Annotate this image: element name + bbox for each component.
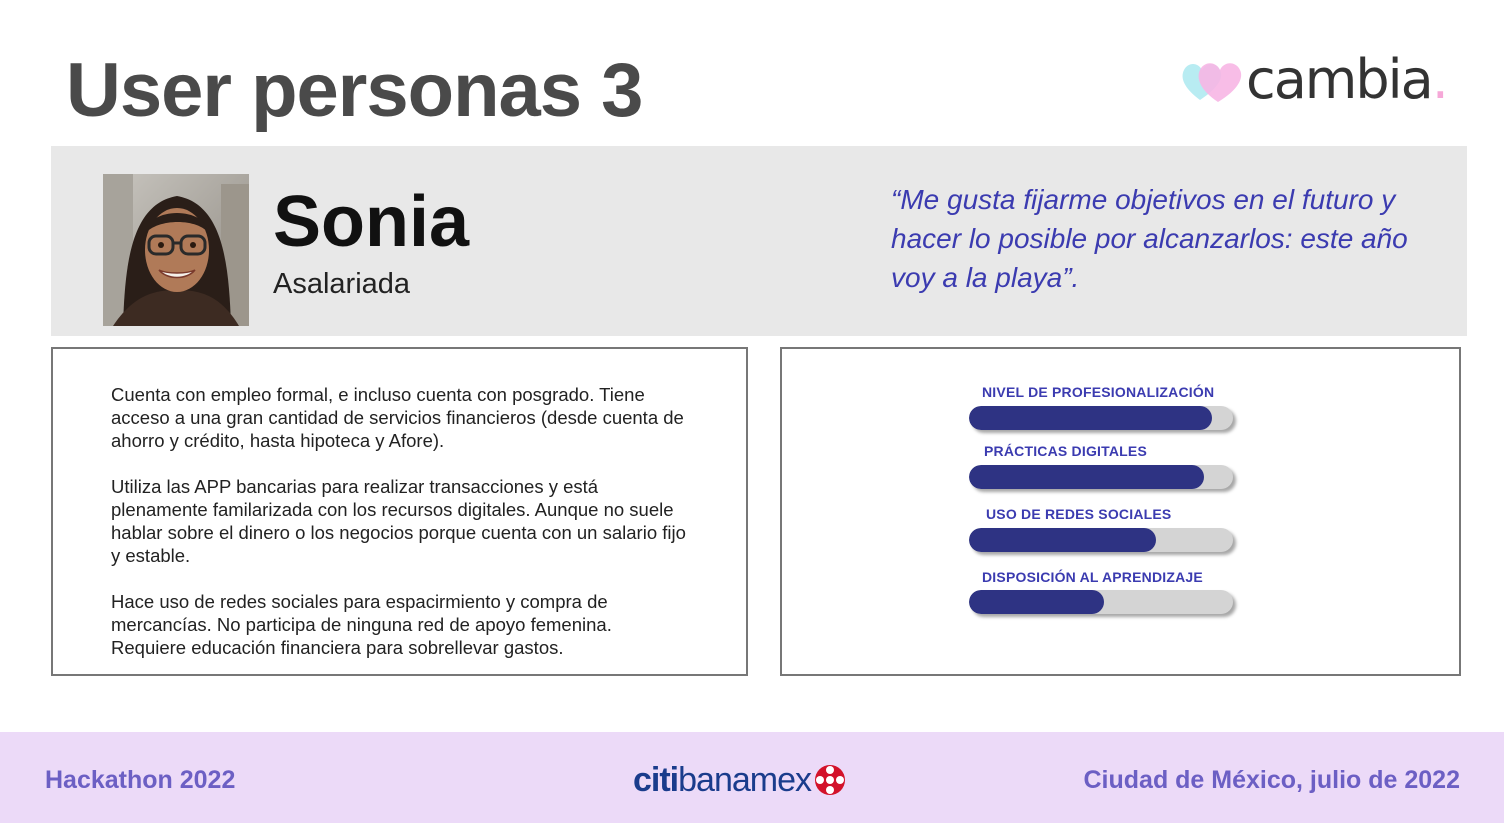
skills-panel: NIVEL DE PROFESIONALIZACIÓN PRÁCTICAS DI…	[780, 347, 1461, 676]
meter-fill	[969, 406, 1212, 430]
description-text: Cuenta con empleo formal, e incluso cuen…	[111, 383, 691, 682]
cambia-logo: cambia.	[1180, 48, 1449, 111]
meter-label: DISPOSICIÓN AL APRENDIZAJE	[982, 569, 1203, 585]
description-paragraph: Hace uso de redes sociales para espacirm…	[111, 591, 612, 658]
meter-track	[969, 406, 1233, 430]
meter-label: USO DE REDES SOCIALES	[986, 506, 1172, 522]
banamex-emblem-icon	[815, 765, 845, 795]
hearts-icon	[1182, 63, 1242, 102]
footer-event: Hackathon 2022	[45, 766, 236, 794]
logo-text: cambia.	[1246, 48, 1449, 111]
persona-avatar	[103, 174, 249, 326]
meter-label: PRÁCTICAS DIGITALES	[984, 443, 1147, 459]
persona-quote: “Me gusta fijarme objetivos en el futuro…	[891, 184, 1408, 293]
persona-header: Sonia Asalariada “Me gusta fijarme objet…	[51, 146, 1467, 336]
persona-name: Sonia	[273, 182, 470, 262]
meter-fill	[969, 590, 1104, 614]
meter-fill	[969, 528, 1157, 552]
description-paragraph: Utiliza las APP bancarias para realizar …	[111, 476, 686, 566]
meter-track	[969, 465, 1233, 489]
citibanamex-logo: citi banamex	[633, 760, 847, 800]
description-panel: Cuenta con empleo formal, e incluso cuen…	[51, 347, 748, 676]
footer-location-date: Ciudad de México, julio de 2022	[1083, 766, 1461, 794]
brand-citi: citi	[633, 760, 679, 799]
meter-track	[969, 528, 1233, 552]
meter-track	[969, 590, 1233, 614]
meter-fill	[969, 465, 1204, 489]
footer: Hackathon 2022 citi banamex Ciudad de Méx…	[0, 732, 1504, 823]
brand-banamex: banamex	[678, 760, 812, 799]
description-paragraph: Cuenta con empleo formal, e incluso cuen…	[111, 384, 684, 451]
persona-role: Asalariada	[273, 268, 411, 300]
page-title: User personas 3	[66, 48, 643, 133]
meter-label: NIVEL DE PROFESIONALIZACIÓN	[982, 384, 1215, 400]
